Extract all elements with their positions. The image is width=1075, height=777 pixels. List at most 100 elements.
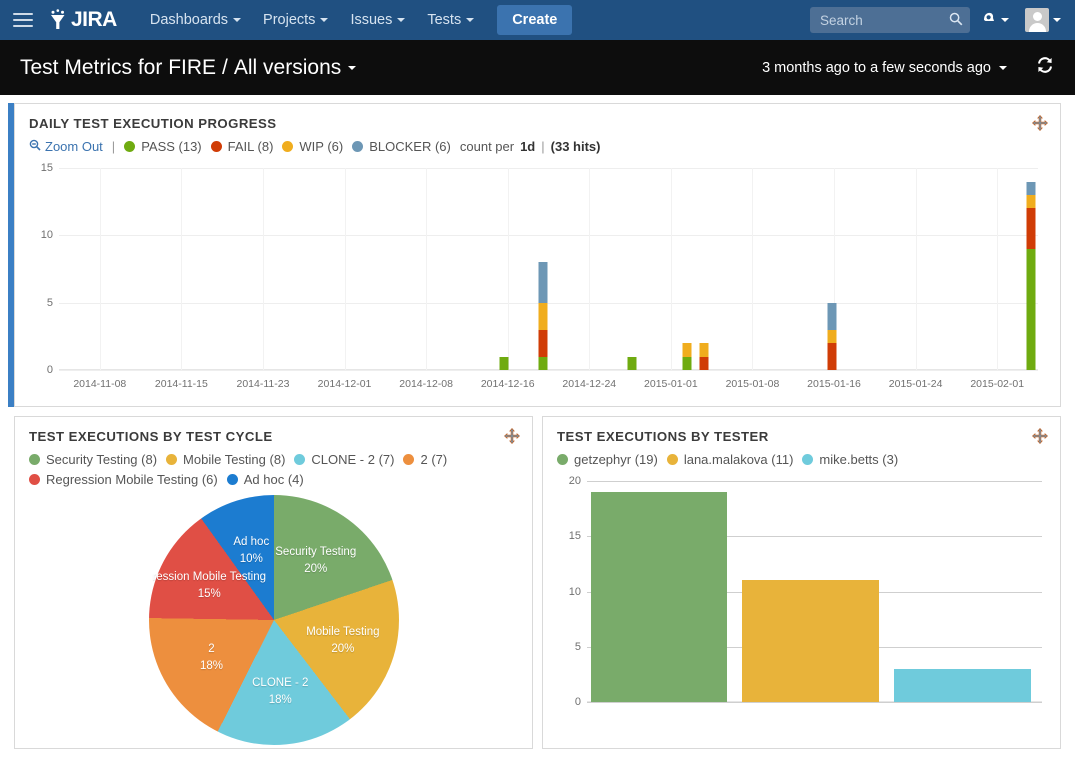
zoom-out-label: Zoom Out	[45, 139, 103, 154]
nav-item-tests[interactable]: Tests	[416, 3, 485, 37]
legend-item-security-testing[interactable]: Security Testing (8)	[29, 452, 157, 467]
move-handle-icon[interactable]	[1032, 115, 1048, 136]
bar-segment-fail[interactable]	[538, 330, 547, 357]
y-axis-tick-label: 10	[41, 229, 53, 241]
pie-chart[interactable]	[149, 495, 399, 745]
bar-segment-fail[interactable]	[700, 357, 709, 370]
legend-item-getzephyr[interactable]: getzephyr (19)	[557, 452, 658, 467]
legend-item-regression-mobile-testing[interactable]: Regression Mobile Testing (6)	[29, 472, 218, 487]
bar-segment-pass[interactable]	[500, 357, 509, 370]
grid-line	[589, 168, 590, 370]
nav-item-projects-label: Projects	[263, 12, 315, 28]
bar-stack[interactable]	[682, 343, 691, 370]
bar-mike-betts[interactable]	[894, 669, 1031, 702]
bar-stack[interactable]	[700, 343, 709, 370]
bar-segment-pass[interactable]	[682, 357, 691, 370]
chevron-down-icon	[397, 18, 405, 22]
nav-item-projects[interactable]: Projects	[252, 3, 339, 37]
bar-segment-pass[interactable]	[1027, 249, 1036, 370]
search-input[interactable]	[818, 12, 946, 29]
bar-segment-pass[interactable]	[538, 357, 547, 370]
bar-segment-fail[interactable]	[828, 343, 837, 370]
grid-line	[59, 235, 1038, 236]
legend-item-lana-malakova[interactable]: lana.malakova (11)	[667, 452, 794, 467]
version-selector-label: All versions	[234, 56, 341, 80]
legend-item-fail[interactable]: FAIL (8)	[211, 139, 274, 154]
chevron-down-icon	[348, 66, 356, 70]
move-handle-icon[interactable]	[504, 428, 520, 449]
dashboard-board: Daily Test Execution Progress Zoom Out	[0, 95, 1075, 758]
grid-line	[997, 168, 998, 370]
nav-item-issues-label: Issues	[350, 12, 392, 28]
bar-stack[interactable]	[627, 357, 636, 370]
nav-item-issues[interactable]: Issues	[339, 3, 416, 37]
refresh-button[interactable]	[1035, 55, 1055, 80]
grid-line	[181, 168, 182, 370]
bar-stack[interactable]	[500, 357, 509, 370]
jira-logo[interactable]: JIRA	[48, 8, 117, 32]
move-handle-icon[interactable]	[1032, 428, 1048, 449]
nav-item-dashboards[interactable]: Dashboards	[139, 3, 252, 37]
count-per-value: 1d	[520, 139, 535, 154]
legend-item-mobile-testing[interactable]: Mobile Testing (8)	[166, 452, 285, 467]
legend-item-mike-betts[interactable]: mike.betts (3)	[802, 452, 898, 467]
version-selector[interactable]: All versions	[234, 56, 356, 80]
legend-label-clone-2: CLONE - 2 (7)	[311, 452, 394, 467]
legend-color-swatch	[29, 474, 40, 485]
grid-line	[263, 168, 264, 370]
bar-segment-pass[interactable]	[627, 357, 636, 370]
bar-segment-wip[interactable]	[538, 303, 547, 330]
chevron-down-icon	[1053, 18, 1061, 22]
bar-segment-wip[interactable]	[1027, 195, 1036, 208]
legend-item-2[interactable]: 2 (7)	[403, 452, 447, 467]
panel-title-tester: Test Executions by Tester	[557, 429, 1046, 444]
panel-test-executions-by-tester: Test Executions by Tester getzephyr (19)…	[542, 416, 1061, 749]
legend-item-ad-hoc[interactable]: Ad hoc (4)	[227, 472, 304, 487]
y-axis-tick-label: 0	[47, 364, 53, 376]
grid-line	[587, 702, 1042, 703]
legend-divider: |	[112, 139, 115, 154]
grid-line	[345, 168, 346, 370]
grid-line	[916, 168, 917, 370]
panel-title-daily: Daily Test Execution Progress	[29, 116, 1046, 131]
bar-lana-malakova[interactable]	[742, 580, 879, 702]
legend-label-regression-mobile-testing: Regression Mobile Testing (6)	[46, 472, 218, 487]
legend-label-mike-betts: mike.betts (3)	[819, 452, 898, 467]
legend-label-pass: PASS (13)	[141, 139, 201, 154]
bar-segment-blocker[interactable]	[828, 303, 837, 330]
bar-getzephyr[interactable]	[591, 492, 728, 702]
panel-header: Daily Test Execution Progress	[15, 104, 1060, 131]
bar-stack[interactable]	[538, 262, 547, 370]
grid-line	[100, 168, 101, 370]
chevron-down-icon	[466, 18, 474, 22]
notifications-menu[interactable]	[974, 3, 1015, 37]
legend-item-blocker[interactable]: BLOCKER (6)	[352, 139, 451, 154]
bar-segment-wip[interactable]	[682, 343, 691, 356]
page-title: Test Metrics for FIRE	[20, 56, 216, 80]
refresh-icon	[1035, 55, 1055, 75]
bar-segment-fail[interactable]	[1027, 208, 1036, 248]
top-navigation-bar: JIRA Dashboards Projects Issues Tests Cr…	[0, 0, 1075, 40]
legend-label-getzephyr: getzephyr (19)	[574, 452, 658, 467]
profile-menu[interactable]	[1019, 2, 1067, 38]
legend-item-wip[interactable]: WIP (6)	[282, 139, 343, 154]
bar-segment-wip[interactable]	[700, 343, 709, 356]
bar-segment-wip[interactable]	[828, 330, 837, 343]
bar-stack[interactable]	[828, 303, 837, 370]
search-box[interactable]	[810, 7, 970, 33]
date-range-selector[interactable]: 3 months ago to a few seconds ago	[762, 60, 1007, 76]
bar-segment-blocker[interactable]	[1027, 182, 1036, 195]
legend-color-swatch	[352, 141, 363, 152]
create-button[interactable]: Create	[497, 5, 572, 35]
legend-item-clone-2[interactable]: CLONE - 2 (7)	[294, 452, 394, 467]
chevron-down-icon	[999, 66, 1007, 70]
x-axis-tick-label: 2014-12-16	[481, 378, 535, 390]
app-switcher-icon[interactable]	[10, 9, 36, 31]
zoom-out-button[interactable]: Zoom Out	[29, 139, 103, 154]
chart-daily-test-execution-progress: 0510152014-11-082014-11-152014-11-232014…	[29, 160, 1046, 400]
grid-line	[752, 168, 753, 370]
zoom-out-icon	[29, 139, 41, 154]
legend-item-pass[interactable]: PASS (13)	[124, 139, 201, 154]
bar-stack[interactable]	[1027, 181, 1036, 370]
bar-segment-blocker[interactable]	[538, 262, 547, 302]
